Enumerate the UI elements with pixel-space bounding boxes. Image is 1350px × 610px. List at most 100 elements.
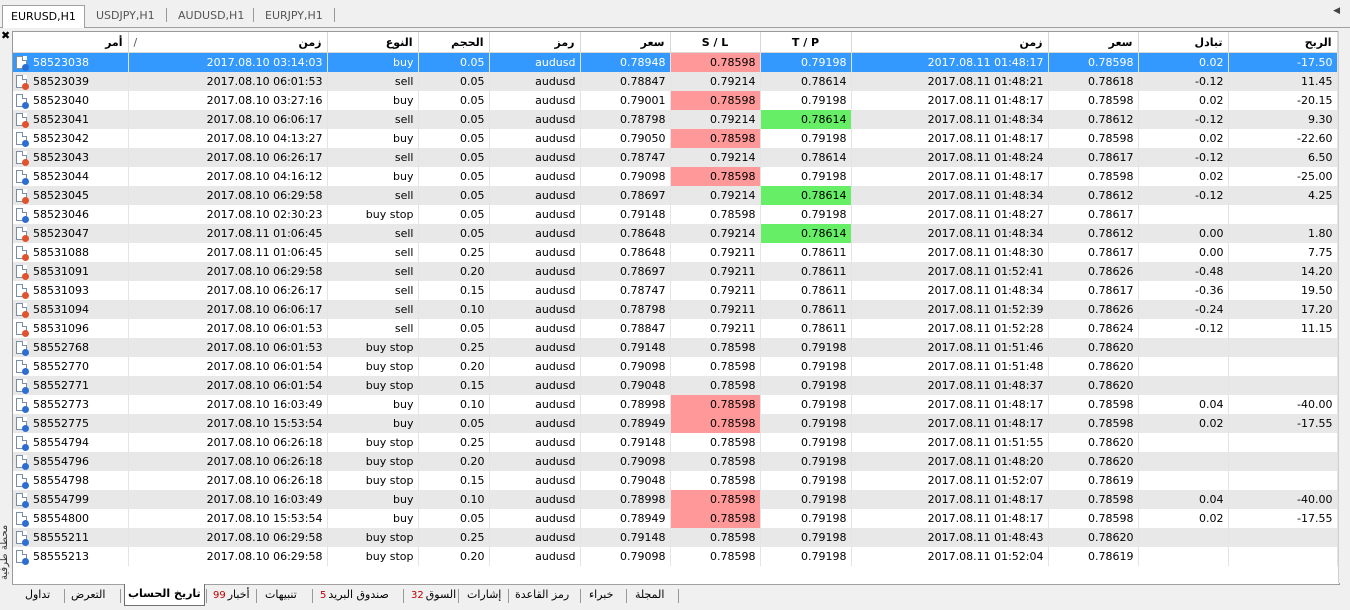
- cell-symbol: audusd: [489, 91, 581, 110]
- cell-stop-loss: 0.78598: [670, 357, 761, 376]
- cell-swap: 0.02: [1138, 509, 1229, 528]
- cell-order: 58554796: [13, 452, 129, 471]
- tab-code-base[interactable]: رمز القاعدة: [512, 585, 572, 606]
- table-row[interactable]: 58552768 2017.08.10 06:01:53 buy stop 0.25 a…: [13, 338, 1338, 357]
- column-header-volume[interactable]: الحجم: [418, 32, 490, 53]
- tab-separator: [64, 589, 65, 603]
- cell-type: buy stop: [327, 452, 419, 471]
- column-header-order[interactable]: أمر: [13, 32, 129, 53]
- cell-stop-loss: 0.79214: [670, 148, 761, 167]
- table-row[interactable]: 58523045 2017.08.10 06:29:58 sell 0.05 audus…: [13, 186, 1338, 205]
- cell-swap: -0.12: [1138, 319, 1229, 338]
- cell-open-time: 2017.08.10 06:29:58: [128, 186, 328, 205]
- tab-label: صندوق البريد: [328, 588, 389, 601]
- terminal-caption-label: محطة طرفية: [0, 524, 10, 580]
- cell-close-price: 0.78620: [1048, 357, 1139, 376]
- cell-open-price: 0.78697: [580, 186, 671, 205]
- cell-symbol: audusd: [489, 148, 581, 167]
- tab-exposure[interactable]: التعرض: [68, 585, 108, 606]
- cell-take-profit: 0.78611: [760, 281, 852, 300]
- table-row[interactable]: 58555211 2017.08.10 06:29:58 buy stop 0.25 a…: [13, 528, 1338, 547]
- close-icon[interactable]: ✖: [1, 29, 10, 42]
- column-header-close-price[interactable]: سعر: [1048, 32, 1139, 53]
- table-row[interactable]: 58523041 2017.08.10 06:06:17 sell 0.05 audus…: [13, 110, 1338, 129]
- chart-tab-eurusd[interactable]: EURUSD,H1: [2, 5, 85, 28]
- column-header-swap[interactable]: تبادل: [1138, 32, 1229, 53]
- table-row[interactable]: 58531091 2017.08.10 06:29:58 sell 0.20 audus…: [13, 262, 1338, 281]
- table-row[interactable]: 58555213 2017.08.10 06:29:58 buy stop 0.20 a…: [13, 547, 1338, 566]
- buy-order-icon: [16, 550, 29, 565]
- cell-close-time: 2017.08.11 01:48:17: [851, 395, 1049, 414]
- cell-take-profit: 0.78614: [760, 186, 852, 205]
- tab-trade[interactable]: تداول: [22, 585, 53, 606]
- table-row[interactable]: 58523040 2017.08.10 03:27:16 buy 0.05 audusd…: [13, 91, 1338, 110]
- cell-close-time: 2017.08.11 01:52:39: [851, 300, 1049, 319]
- table-row[interactable]: 58523039 2017.08.10 06:01:53 sell 0.05 audus…: [13, 72, 1338, 91]
- cell-open-time: 2017.08.10 04:13:27: [128, 129, 328, 148]
- chart-tab-eurjpy[interactable]: EURJPY,H1: [257, 6, 331, 25]
- table-row[interactable]: 58554799 2017.08.10 16:03:49 buy 0.10 audusd…: [13, 490, 1338, 509]
- cell-type: buy stop: [327, 471, 419, 490]
- cell-volume: 0.05: [418, 509, 490, 528]
- cell-close-price: 0.78626: [1048, 262, 1139, 281]
- vertical-scrollbar[interactable]: [1338, 31, 1350, 583]
- cell-order: 58552775: [13, 414, 129, 433]
- table-row[interactable]: 58552773 2017.08.10 16:03:49 buy 0.10 audusd…: [13, 395, 1338, 414]
- table-row[interactable]: 58531094 2017.08.10 06:06:17 sell 0.10 audus…: [13, 300, 1338, 319]
- tab-market[interactable]: 32 السوق: [408, 585, 459, 606]
- table-row[interactable]: 58554800 2017.08.10 15:53:54 buy 0.05 audusd…: [13, 509, 1338, 528]
- tab-account-history[interactable]: تاريخ الحساب: [124, 584, 205, 606]
- cell-type: sell: [327, 262, 419, 281]
- table-row[interactable]: 58531088 2017.08.11 01:06:45 sell 0.25 audus…: [13, 243, 1338, 262]
- table-row[interactable]: 58531093 2017.08.10 06:26:17 sell 0.15 audus…: [13, 281, 1338, 300]
- tab-experts[interactable]: خبراء: [586, 585, 616, 606]
- buy-order-icon: [16, 455, 29, 470]
- cell-open-time: 2017.08.10 03:14:03: [128, 52, 328, 72]
- column-header-type[interactable]: النوع: [327, 32, 419, 53]
- tab-news[interactable]: 99 أخبار: [210, 585, 253, 606]
- column-header-symbol[interactable]: رمز: [489, 32, 581, 53]
- cell-profit: 11.15: [1228, 319, 1338, 338]
- table-row[interactable]: 58552775 2017.08.10 15:53:54 buy 0.05 audusd…: [13, 414, 1338, 433]
- table-row[interactable]: 58523042 2017.08.10 04:13:27 buy 0.05 audusd…: [13, 129, 1338, 148]
- table-row[interactable]: 58523038 2017.08.10 03:14:03 buy 0.05 audusd…: [13, 52, 1338, 72]
- cell-swap: 0.02: [1138, 414, 1229, 433]
- cell-stop-loss: 0.78598: [670, 547, 761, 566]
- cell-profit: 4.25: [1228, 186, 1338, 205]
- column-header-stop-loss[interactable]: S / L: [670, 32, 761, 53]
- column-header-open-price[interactable]: سعر: [580, 32, 671, 53]
- cell-type: sell: [327, 319, 419, 338]
- table-row[interactable]: 58523047 2017.08.11 01:06:45 sell 0.05 audus…: [13, 224, 1338, 243]
- scroll-tabs-left-icon[interactable]: ◀: [1333, 6, 1340, 16]
- chart-tab-audusd[interactable]: AUDUSD,H1: [170, 6, 252, 25]
- tab-mailbox[interactable]: 5 صندوق البريد: [317, 585, 392, 606]
- buy-order-icon: [16, 94, 29, 109]
- table-row[interactable]: 58554798 2017.08.10 06:26:18 buy stop 0.15 a…: [13, 471, 1338, 490]
- cell-open-price: 0.78747: [580, 281, 671, 300]
- table-row[interactable]: 58523046 2017.08.10 02:30:23 buy stop 0.05 a…: [13, 205, 1338, 224]
- chart-tab-usdjpy[interactable]: USDJPY,H1: [88, 6, 163, 25]
- table-row[interactable]: 58523043 2017.08.10 06:26:17 sell 0.05 audus…: [13, 148, 1338, 167]
- cell-profit: 6.50: [1228, 148, 1338, 167]
- table-row[interactable]: 58554794 2017.08.10 06:26:18 buy stop 0.25 a…: [13, 433, 1338, 452]
- table-row[interactable]: 58552771 2017.08.10 06:01:54 buy stop 0.15 a…: [13, 376, 1338, 395]
- column-header-take-profit[interactable]: T / P: [760, 32, 852, 53]
- column-header-open-time[interactable]: / زمن: [128, 32, 328, 53]
- table-row[interactable]: 58523044 2017.08.10 04:16:12 buy 0.05 audusd…: [13, 167, 1338, 186]
- table-row[interactable]: 58531096 2017.08.10 06:01:53 sell 0.05 audus…: [13, 319, 1338, 338]
- cell-volume: 0.05: [418, 91, 490, 110]
- buy-order-icon: [16, 56, 29, 71]
- tab-signals[interactable]: إشارات: [464, 585, 504, 606]
- sell-order-icon: [16, 265, 29, 280]
- tab-label: خبراء: [589, 588, 614, 601]
- table-row[interactable]: 58552770 2017.08.10 06:01:54 buy stop 0.20 a…: [13, 357, 1338, 376]
- column-header-profit[interactable]: الربح: [1228, 32, 1338, 53]
- cell-swap: -0.48: [1138, 262, 1229, 281]
- cell-volume: 0.05: [418, 319, 490, 338]
- table-row[interactable]: 58554796 2017.08.10 06:26:18 buy stop 0.20 a…: [13, 452, 1338, 471]
- cell-take-profit: 0.79198: [760, 433, 852, 452]
- tab-alerts[interactable]: تنبيهات: [262, 585, 300, 606]
- column-header-close-time[interactable]: زمن: [851, 32, 1049, 53]
- tab-journal[interactable]: المجلة: [632, 585, 667, 606]
- cell-open-price: 0.78798: [580, 110, 671, 129]
